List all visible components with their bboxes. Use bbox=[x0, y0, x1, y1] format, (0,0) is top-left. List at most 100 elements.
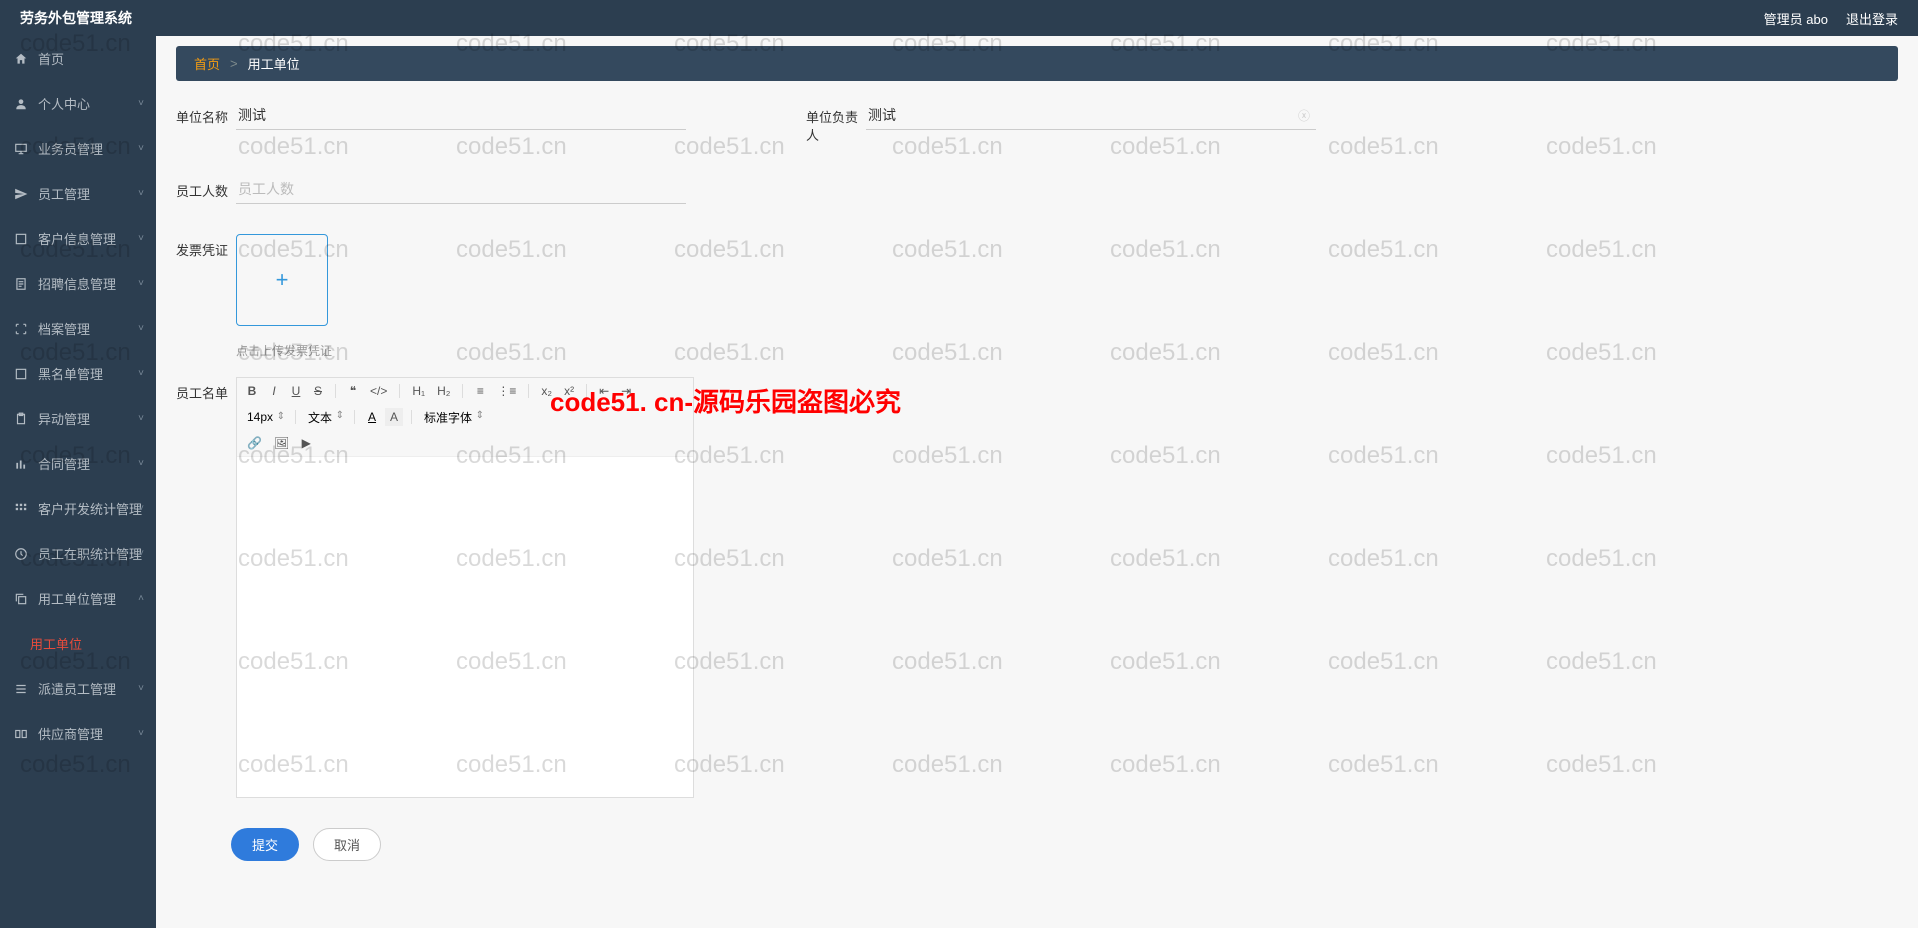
chevron-down-icon: ˅ bbox=[138, 278, 144, 289]
font-family-select[interactable]: 标准字体 bbox=[420, 410, 486, 426]
image-button[interactable]: 🖼 bbox=[270, 434, 293, 452]
sidebar-item-label: 业务员管理 bbox=[38, 139, 103, 158]
sidebar-item-客户信息管理[interactable]: 客户信息管理 ˅ bbox=[0, 216, 156, 261]
field-unit-owner: 单位负责人 ⓧ bbox=[806, 101, 1316, 145]
bg-color-button[interactable]: A bbox=[385, 408, 403, 426]
clock-icon bbox=[14, 547, 28, 561]
header-right: 管理员 abo 退出登录 bbox=[1764, 9, 1898, 28]
video-button[interactable]: ▶ bbox=[297, 434, 315, 452]
sidebar-item-label: 招聘信息管理 bbox=[38, 274, 116, 293]
form-area: 单位名称 单位负责人 ⓧ 员工人数 bbox=[176, 81, 1898, 861]
link-button[interactable]: 🔗 bbox=[243, 434, 266, 452]
outdent-button[interactable]: ⇥ bbox=[617, 382, 635, 400]
scan-icon bbox=[14, 322, 28, 336]
ol-button[interactable]: ≡ bbox=[471, 382, 489, 400]
desktop-icon bbox=[14, 142, 28, 156]
upload-box[interactable]: + bbox=[236, 234, 328, 326]
ul-button[interactable]: ⋮≡ bbox=[493, 382, 520, 400]
unit-owner-label: 单位负责人 bbox=[806, 101, 866, 145]
editor-toolbar: B I U S ❝ </> H₁ H₂ ≡ ⋮≡ x₂ bbox=[237, 378, 693, 457]
upload-hint: 点击上传发票凭证 bbox=[236, 342, 332, 359]
main-content: 首页 > 用工单位 单位名称 单位负责人 ⓧ 员工人数 bbox=[156, 36, 1918, 928]
clipboard-icon bbox=[14, 412, 28, 426]
indent-button[interactable]: ⇤ bbox=[595, 382, 613, 400]
h1-button[interactable]: H₁ bbox=[408, 382, 429, 400]
breadcrumb-home[interactable]: 首页 bbox=[194, 54, 220, 73]
emp-count-input[interactable] bbox=[236, 175, 686, 203]
sidebar-item-员工在职统计管理[interactable]: 员工在职统计管理˅ bbox=[0, 531, 156, 576]
sidebar-item-招聘信息管理[interactable]: 招聘信息管理 ˅ bbox=[0, 261, 156, 306]
sidebar-item-异动管理[interactable]: 异动管理˅ bbox=[0, 396, 156, 441]
chevron-down-icon: ˅ bbox=[138, 548, 144, 559]
code-button[interactable]: </> bbox=[366, 382, 391, 400]
strike-button[interactable]: S bbox=[309, 382, 327, 400]
clear-icon[interactable]: ⓧ bbox=[1298, 107, 1310, 124]
chevron-down-icon: ˅ bbox=[138, 728, 144, 739]
unit-owner-input[interactable] bbox=[866, 101, 1316, 129]
sidebar-subitem-用工单位[interactable]: 用工单位 bbox=[0, 621, 156, 666]
unit-name-input[interactable] bbox=[236, 101, 686, 129]
chevron-down-icon: ˅ bbox=[138, 683, 144, 694]
sidebar: 首页个人中心˅业务员管理˅员工管理˅客户信息管理˅招聘信息管理˅档案管理˅黑名单… bbox=[0, 36, 156, 928]
unit-name-label: 单位名称 bbox=[176, 101, 236, 127]
chevron-down-icon: ˅ bbox=[138, 368, 144, 379]
sidebar-item-个人中心[interactable]: 个人中心 ˅ bbox=[0, 81, 156, 126]
bar-icon bbox=[14, 457, 28, 471]
chevron-down-icon: ˅ bbox=[138, 233, 144, 244]
sidebar-item-label: 客户信息管理 bbox=[38, 229, 116, 248]
sidebar-item-档案管理[interactable]: 档案管理˅ bbox=[0, 306, 156, 351]
editor-body[interactable] bbox=[237, 457, 693, 797]
breadcrumb: 首页 > 用工单位 bbox=[176, 46, 1898, 81]
field-emp-list: 员工名单 B I U S ❝ </> H₁ H₂ ≡ bbox=[176, 377, 694, 798]
h2-button[interactable]: H₂ bbox=[433, 382, 454, 400]
chevron-down-icon: ˅ bbox=[138, 188, 144, 199]
sidebar-item-label: 合同管理 bbox=[38, 454, 90, 473]
breadcrumb-sep: > bbox=[230, 56, 238, 71]
sidebar-item-label: 个人中心 bbox=[38, 94, 90, 113]
rich-editor: B I U S ❝ </> H₁ H₂ ≡ ⋮≡ x₂ bbox=[236, 377, 694, 798]
chevron-down-icon: ˅ bbox=[138, 98, 144, 109]
quote-button[interactable]: ❝ bbox=[344, 382, 362, 400]
menu-icon bbox=[14, 682, 28, 696]
sub-button[interactable]: x₂ bbox=[537, 382, 556, 400]
sidebar-item-label: 员工管理 bbox=[38, 184, 90, 203]
sidebar-item-员工管理[interactable]: 员工管理 ˅ bbox=[0, 171, 156, 216]
sidebar-item-客户开发统计管理[interactable]: 客户开发统计管理˅ bbox=[0, 486, 156, 531]
home-icon bbox=[14, 52, 28, 66]
submit-button[interactable]: 提交 bbox=[231, 828, 299, 861]
sidebar-item-label: 派遣员工管理 bbox=[38, 679, 116, 698]
user-icon bbox=[14, 97, 28, 111]
sidebar-item-label: 客户开发统计管理 bbox=[38, 499, 142, 518]
emp-list-label: 员工名单 bbox=[176, 377, 236, 403]
text-color-button[interactable]: A bbox=[363, 408, 381, 426]
chevron-down-icon: ˅ bbox=[138, 323, 144, 334]
chevron-up-icon: ˄ bbox=[138, 593, 144, 604]
italic-button[interactable]: I bbox=[265, 382, 283, 400]
sidebar-item-label: 员工在职统计管理 bbox=[38, 544, 142, 563]
sup-button[interactable]: x² bbox=[560, 382, 578, 400]
app-header: 劳务外包管理系统 管理员 abo 退出登录 bbox=[0, 0, 1918, 36]
cancel-button[interactable]: 取消 bbox=[313, 828, 381, 861]
sidebar-item-label: 供应商管理 bbox=[38, 724, 103, 743]
font-size-select[interactable]: 14px bbox=[243, 409, 287, 425]
sidebar-item-供应商管理[interactable]: 供应商管理 ˅ bbox=[0, 711, 156, 756]
text-type-select[interactable]: 文本 bbox=[304, 410, 346, 426]
field-emp-count: 员工人数 bbox=[176, 175, 686, 204]
sidebar-item-派遣员工管理[interactable]: 派遣员工管理 ˅ bbox=[0, 666, 156, 711]
sidebar-item-合同管理[interactable]: 合同管理˅ bbox=[0, 441, 156, 486]
underline-button[interactable]: U bbox=[287, 382, 305, 400]
sidebar-item-用工单位管理[interactable]: 用工单位管理 ˄ bbox=[0, 576, 156, 621]
sidebar-item-label: 黑名单管理 bbox=[38, 364, 103, 383]
frame-icon bbox=[14, 232, 28, 246]
sidebar-item-label: 异动管理 bbox=[38, 409, 90, 428]
sidebar-item-黑名单管理[interactable]: 黑名单管理 ˅ bbox=[0, 351, 156, 396]
bold-button[interactable]: B bbox=[243, 382, 261, 400]
invoice-label: 发票凭证 bbox=[176, 234, 236, 260]
send-icon bbox=[14, 187, 28, 201]
logout-button[interactable]: 退出登录 bbox=[1846, 9, 1898, 28]
sidebar-item-首页[interactable]: 首页 bbox=[0, 36, 156, 81]
sidebar-item-业务员管理[interactable]: 业务员管理˅ bbox=[0, 126, 156, 171]
chevron-down-icon: ˅ bbox=[138, 503, 144, 514]
admin-label[interactable]: 管理员 abo bbox=[1764, 9, 1828, 28]
sidebar-item-label: 用工单位管理 bbox=[38, 589, 116, 608]
